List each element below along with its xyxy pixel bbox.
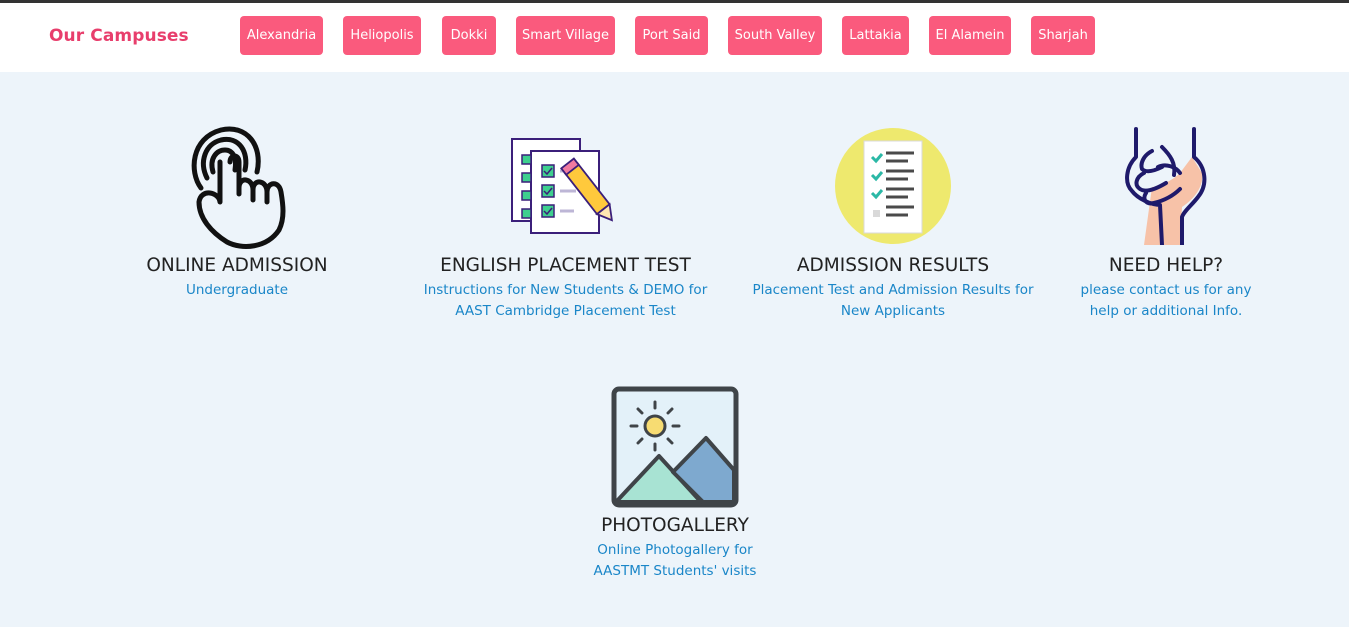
helping-hands-icon [1125,127,1207,245]
campus-button-port-said[interactable]: Port Said [635,16,708,55]
photogallery-desc[interactable]: Online Photogallery for AASTMT Students'… [575,540,775,582]
need-help-title[interactable]: NEED HELP? [1066,255,1266,276]
english-placement-desc[interactable]: Instructions for New Students & DEMO for… [408,280,723,322]
campus-button-heliopolis[interactable]: Heliopolis [343,16,421,55]
need-help-card[interactable]: NEED HELP? please contact us for any hel… [1066,118,1266,328]
campus-button-lattakia[interactable]: Lattakia [842,16,909,55]
online-admission-desc[interactable]: Undergraduate [137,280,337,301]
admission-results-card[interactable]: ADMISSION RESULTS Placement Test and Adm… [740,118,1046,328]
campuses-header: Our Campuses Alexandria Heliopolis Dokki… [0,3,1349,72]
campus-button-el-alamein[interactable]: El Alamein [929,16,1011,55]
campus-button-alexandria[interactable]: Alexandria [240,16,323,55]
campus-button-smart-village[interactable]: Smart Village [516,16,615,55]
photo-gallery-icon [611,386,739,508]
admission-results-title[interactable]: ADMISSION RESULTS [740,255,1046,276]
campuses-title: Our Campuses [49,26,189,46]
english-placement-title[interactable]: ENGLISH PLACEMENT TEST [408,255,723,276]
online-admission-title[interactable]: ONLINE ADMISSION [137,255,337,276]
photogallery-title[interactable]: PHOTOGALLERY [575,515,775,536]
admission-results-desc[interactable]: Placement Test and Admission Results for… [740,280,1046,322]
checklist-pencil-icon [511,138,614,234]
photogallery-card[interactable]: PHOTOGALLERY Online Photogallery for AAS… [575,382,775,592]
english-placement-card[interactable]: ENGLISH PLACEMENT TEST Instructions for … [408,118,723,328]
services-section: ONLINE ADMISSION Undergraduate ENGLISH P… [0,72,1349,627]
need-help-desc[interactable]: please contact us for any help or additi… [1066,280,1266,322]
results-checklist-icon [835,128,951,244]
tap-hand-icon [191,126,286,249]
campus-button-dokki[interactable]: Dokki [442,16,496,55]
campus-button-sharjah[interactable]: Sharjah [1031,16,1095,55]
campus-button-south-valley[interactable]: South Valley [728,16,822,55]
online-admission-card[interactable]: ONLINE ADMISSION Undergraduate [137,118,337,328]
